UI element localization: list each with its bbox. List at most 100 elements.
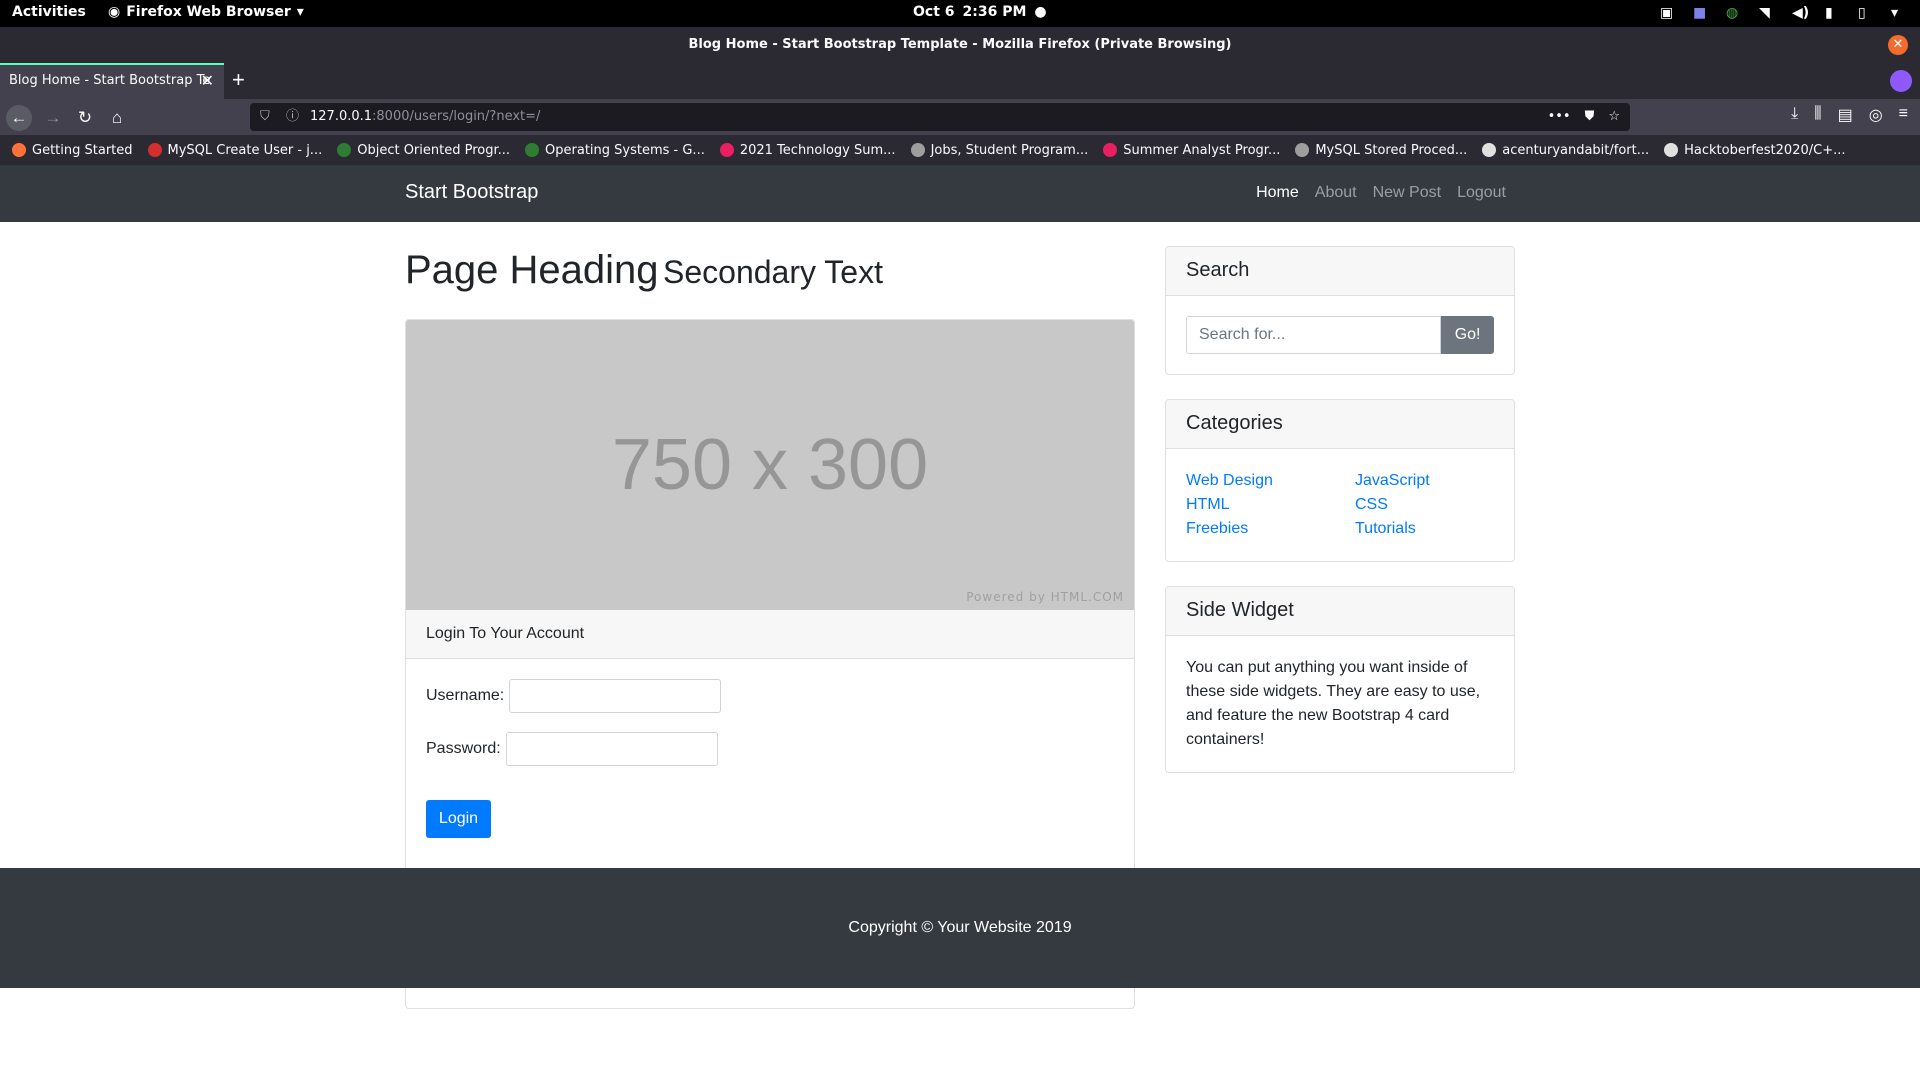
system-tray[interactable]: ▣ ■ ◍ ◥ ◀) ▮ ▯ ▾ [1660, 5, 1906, 21]
search-go-button[interactable]: Go! [1441, 316, 1494, 354]
url-bar[interactable]: ⛉ ⓘ 127.0.0.1:8000/users/login/?next=/ •… [250, 103, 1630, 131]
category-link[interactable]: HTML [1186, 493, 1355, 517]
back-button[interactable]: ← [6, 105, 32, 131]
site-nav-links: Home About New Post Logout [1256, 184, 1506, 202]
power-manager-icon[interactable]: ◍ [1726, 5, 1741, 21]
page-subtitle: Secondary Text [663, 254, 883, 290]
tab-label: Blog Home - Start Bootstrap Te [9, 73, 211, 88]
github-icon [1664, 143, 1679, 157]
page-actions-icon[interactable]: ••• [1548, 103, 1571, 131]
bookmark-label: MySQL Create User - j... [167, 142, 323, 158]
side-widget-title: Side Widget [1166, 587, 1514, 636]
nav-link-home[interactable]: Home [1256, 184, 1299, 202]
wifi-icon[interactable]: ◥ [1759, 5, 1774, 21]
bookmark-pink-icon [1103, 143, 1118, 157]
bookmark-green-icon [525, 143, 540, 157]
category-link[interactable]: JavaScript [1355, 469, 1505, 493]
category-list: Web Design JavaScript HTML CSS Freebies … [1186, 469, 1494, 541]
tracking-shield-icon[interactable]: ⛉ [260, 103, 270, 131]
bookmark-star-icon[interactable]: ☆ [1608, 103, 1620, 131]
bookmark-item[interactable]: Jobs, Student Program... [910, 142, 1089, 158]
search-widget-title: Search [1166, 247, 1514, 296]
browser-toolbar: ← → ↻ ⌂ ⛉ ⓘ 127.0.0.1:8000/users/login/?… [0, 99, 1920, 135]
downloads-icon[interactable]: ⤓ [1791, 105, 1798, 125]
side-widget: Side Widget You can put anything you wan… [1165, 586, 1515, 773]
new-tab-button[interactable]: + [232, 67, 245, 93]
bookmark-pink-icon [719, 143, 734, 157]
search-widget-body: Search for... Go! [1166, 296, 1514, 374]
username-label: Username: [426, 687, 505, 704]
url-path: :8000/users/login/?next=/ [372, 109, 541, 124]
bookmark-item[interactable]: Operating Systems - G... [525, 143, 705, 158]
tab-blog-home[interactable]: Blog Home - Start Bootstrap Te ✕ [0, 63, 224, 99]
category-link[interactable]: Freebies [1186, 517, 1355, 541]
notification-dot-icon: ● [1034, 4, 1047, 20]
bookmark-item[interactable]: MySQL Stored Proced... [1295, 143, 1467, 158]
display-icon[interactable]: ▣ [1660, 5, 1675, 21]
site-info-icon[interactable]: ⓘ [286, 103, 299, 131]
teams-icon[interactable]: ■ [1693, 5, 1708, 21]
clock-date: Oct 6 [913, 4, 955, 20]
battery-icon[interactable]: ▯ [1858, 5, 1873, 21]
reload-button[interactable]: ↻ [72, 105, 98, 131]
close-tab-icon[interactable]: ✕ [201, 65, 214, 97]
placeholder-image: 750 x 300 Powered by HTML.COM [406, 320, 1134, 610]
username-input[interactable] [509, 679, 722, 713]
site-brand[interactable]: Start Bootstrap [405, 181, 538, 204]
pocket-icon[interactable]: ⛊ [1585, 103, 1595, 131]
url-text[interactable]: 127.0.0.1:8000/users/login/?next=/ [310, 103, 540, 131]
bookmark-label: Summer Analyst Progr... [1123, 142, 1281, 158]
search-widget: Search Search for... Go! [1165, 246, 1515, 375]
window-title: Blog Home - Start Bootstrap Template - M… [688, 37, 1232, 52]
bookmark-label: MySQL Stored Proced... [1315, 142, 1468, 158]
bookmark-item[interactable]: 2021 Technology Sum... [719, 143, 896, 158]
search-input[interactable]: Search for... [1186, 316, 1442, 354]
microphone-icon[interactable]: ▮ [1825, 5, 1840, 21]
bookmark-item[interactable]: MySQL Create User - j... [147, 142, 323, 158]
copyright-text: Copyright © Your Website 2019 [848, 919, 1072, 936]
private-browsing-icon [1890, 70, 1912, 92]
bookmark-item[interactable]: Hacktoberfest2020/C+... [1664, 143, 1845, 158]
volume-icon[interactable]: ◀) [1792, 5, 1809, 21]
bookmark-label: Object Oriented Progr... [357, 142, 511, 158]
nav-link-about[interactable]: About [1315, 184, 1357, 202]
category-link[interactable]: Tutorials [1355, 517, 1505, 541]
bookmark-item[interactable]: Object Oriented Progr... [337, 143, 510, 158]
close-window-button[interactable]: ✕ [1888, 35, 1908, 55]
chevron-down-icon: ▾ [296, 4, 304, 20]
bookmark-label: Hacktoberfest2020/C+... [1684, 142, 1846, 158]
tab-strip: Blog Home - Start Bootstrap Te ✕ + [0, 63, 1920, 99]
bookmarks-toolbar: Getting Started MySQL Create User - j... O… [0, 135, 1920, 165]
bookmark-red-icon [147, 143, 162, 157]
category-link[interactable]: CSS [1355, 493, 1505, 517]
bookmark-item[interactable]: Summer Analyst Progr... [1103, 143, 1280, 158]
activities-button[interactable]: Activities [12, 4, 86, 20]
account-icon[interactable]: ◎ [1869, 105, 1883, 125]
home-button[interactable]: ⌂ [104, 105, 130, 131]
globe-icon [910, 143, 925, 157]
chevron-down-icon[interactable]: ▾ [1891, 5, 1906, 21]
bookmark-item[interactable]: Getting Started [12, 143, 133, 158]
firefox-icon [12, 143, 26, 157]
forward-button[interactable]: → [40, 105, 66, 131]
category-link[interactable]: Web Design [1186, 469, 1355, 493]
page-title: Page Heading [405, 248, 659, 292]
site-footer: Copyright © Your Website 2019 [0, 868, 1920, 988]
password-input[interactable] [505, 732, 718, 766]
library-icon[interactable]: ⫼ [1814, 105, 1821, 125]
app-menu[interactable]: ◉ Firefox Web Browser ▾ [108, 4, 304, 20]
bookmark-green-icon [337, 143, 352, 157]
bookmark-label: Operating Systems - G... [545, 142, 705, 158]
nav-link-new-post[interactable]: New Post [1373, 184, 1441, 202]
search-row: Search for... Go! [1186, 316, 1494, 354]
sidebar-icon[interactable]: ▤ [1838, 105, 1853, 125]
bookmark-item[interactable]: acenturyandabit/fort... [1482, 143, 1649, 158]
page-heading: Page Heading Secondary Text [405, 248, 883, 293]
bookmark-label: Jobs, Student Program... [930, 142, 1089, 158]
login-button[interactable]: Login [426, 800, 491, 838]
app-menu-label: Firefox Web Browser [126, 4, 291, 20]
nav-link-logout[interactable]: Logout [1457, 184, 1506, 202]
clock[interactable]: Oct 6 2:36 PM ● [913, 4, 1047, 20]
web-page: Start Bootstrap Home About New Post Logo… [0, 165, 1920, 1080]
hamburger-menu-icon[interactable]: ≡ [1899, 105, 1908, 125]
